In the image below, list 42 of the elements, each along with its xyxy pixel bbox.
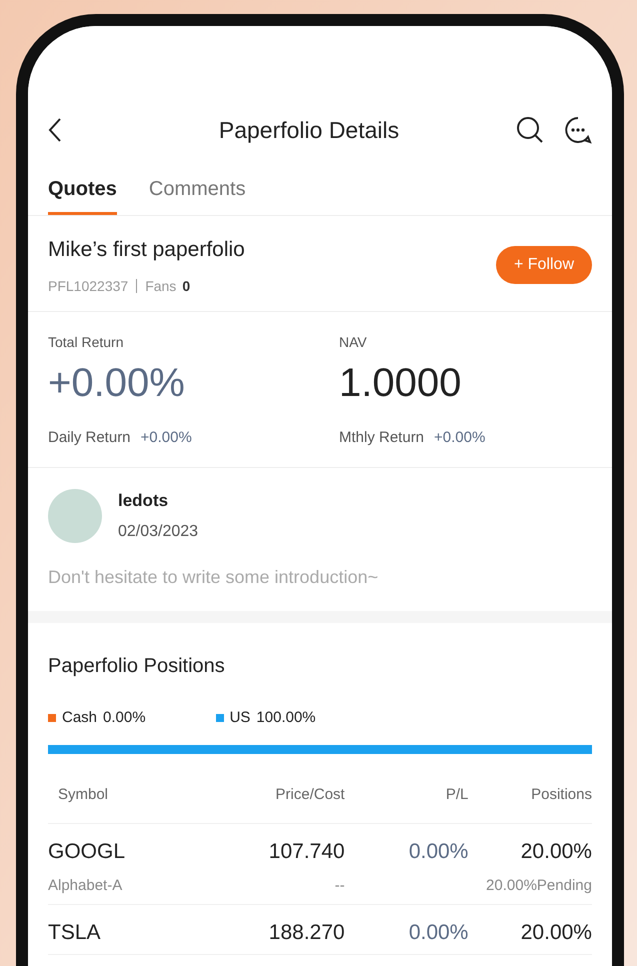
daily-return-label: Daily Return xyxy=(48,428,131,448)
monthly-return-label: Mthly Return xyxy=(339,428,424,448)
cost-text: -- xyxy=(334,877,345,894)
column-header: Positions xyxy=(531,786,592,803)
column-header: Symbol xyxy=(58,786,108,803)
company-name: Alphabet-A xyxy=(48,877,122,894)
total-return-value: +0.00% xyxy=(48,362,186,402)
position-row[interactable]: TSLA 188.270 0.00% 20.00% xyxy=(48,904,592,955)
pl-text: 0.00% xyxy=(408,920,468,944)
search-icon[interactable] xyxy=(516,116,544,144)
position-text: 20.00% xyxy=(520,920,592,944)
position-row[interactable]: GOOGL 107.740 0.00% 20.00% Alphabet-A -- 20.00%Pending xyxy=(48,824,592,904)
monthly-return-value: +0.00% xyxy=(434,428,486,448)
allocation-label: US xyxy=(230,708,250,728)
fans-count: 0 xyxy=(182,276,190,296)
price-text: 107.740 xyxy=(268,840,345,862)
symbol-text: TSLA xyxy=(48,920,101,944)
author-date: 02/03/2023 xyxy=(118,522,198,542)
nav-label: NAV xyxy=(339,332,368,352)
allocation-label: Cash xyxy=(62,708,98,728)
page-title: Paperfolio Details xyxy=(218,116,400,145)
column-header: P/L xyxy=(446,786,468,803)
chat-bubble-icon[interactable] xyxy=(564,116,592,144)
price-text: 188.270 xyxy=(268,920,345,944)
total-return-label: Total Return xyxy=(48,332,124,352)
author-name: ledots xyxy=(118,490,170,512)
back-icon[interactable] xyxy=(48,117,62,143)
allocation-value: 0.00% xyxy=(103,708,146,728)
nav-value: 1.0000 xyxy=(339,362,462,402)
allocation-value: 100.00% xyxy=(256,708,316,728)
position-text: 20.00% xyxy=(520,840,592,862)
pl-text: 0.00% xyxy=(408,840,468,862)
daily-return-value: +0.00% xyxy=(140,428,192,448)
introduction-text: Don't hesitate to write some introduction~ xyxy=(48,566,380,588)
portfolio-name: Mike’s first paperfolio xyxy=(48,237,246,263)
pending-text: 20.00%Pending xyxy=(486,877,592,894)
column-header: Price/Cost xyxy=(276,786,345,803)
fans-label: Fans xyxy=(145,276,176,296)
portfolio-code: PFL1022337 xyxy=(48,276,128,296)
section-title: Paperfolio Positions xyxy=(48,654,226,678)
symbol-text: GOOGL xyxy=(48,840,126,862)
tab[interactable]: Comments xyxy=(148,174,246,215)
